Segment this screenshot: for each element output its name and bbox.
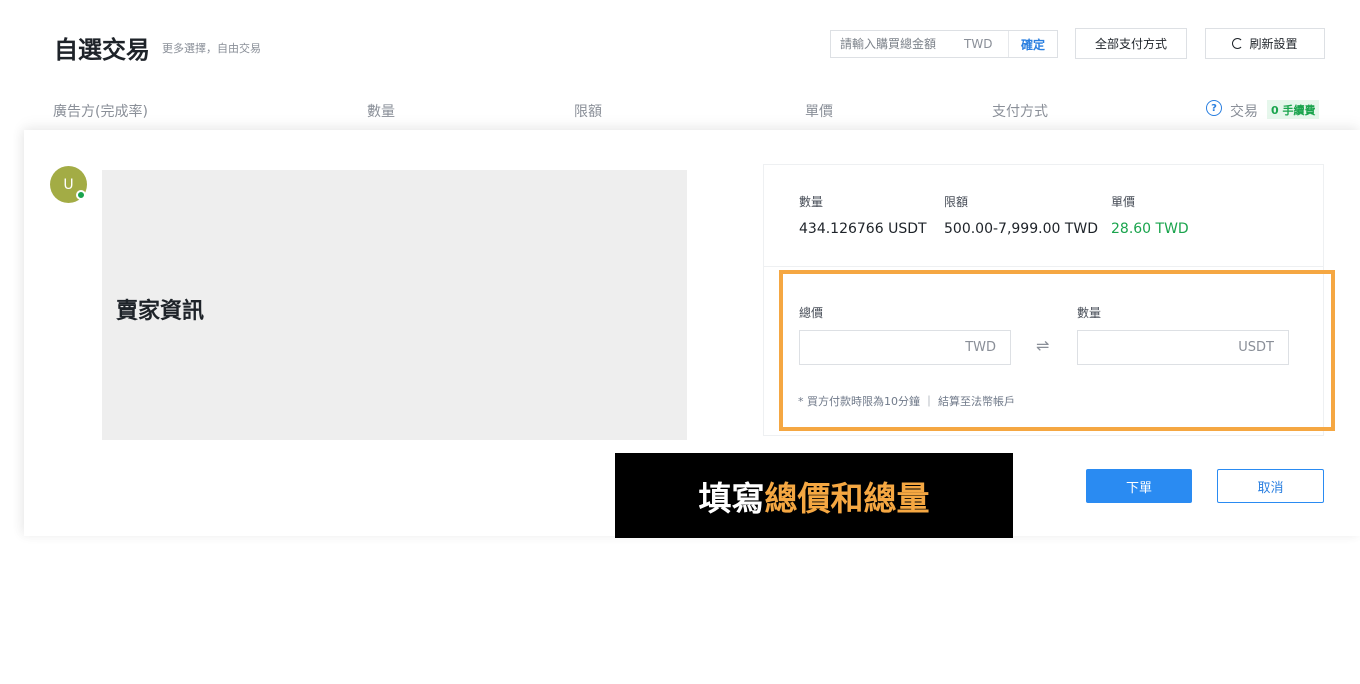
offer-price-label: 單價 xyxy=(1111,195,1136,209)
seller-info-label: 賣家資訊 xyxy=(116,299,205,324)
confirm-button[interactable]: 確定 xyxy=(1007,31,1057,57)
column-header-price: 單價 xyxy=(805,104,833,120)
amount-input[interactable] xyxy=(840,37,958,51)
column-header-advertiser: 廣告方(完成率) xyxy=(53,104,148,120)
amount-filter: TWD 確定 xyxy=(830,30,1058,58)
highlight-box xyxy=(779,270,1335,431)
page-subtitle: 更多選擇，自由交易 xyxy=(162,42,261,55)
column-header-trade: 交易 xyxy=(1230,104,1258,120)
offer-quantity-value: 434.126766 USDT xyxy=(799,221,927,237)
amount-currency: TWD xyxy=(964,37,993,51)
cancel-button[interactable]: 取消 xyxy=(1217,469,1324,503)
divider xyxy=(764,266,1323,267)
payment-method-filter-button[interactable]: 全部支付方式 xyxy=(1075,28,1187,59)
refresh-label: 刷新設置 xyxy=(1249,37,1298,51)
column-header-quantity: 數量 xyxy=(367,104,395,120)
place-order-button[interactable]: 下單 xyxy=(1086,469,1192,503)
help-icon[interactable]: ? xyxy=(1206,100,1222,116)
offer-limit-label: 限額 xyxy=(944,195,969,209)
online-status-dot xyxy=(76,190,86,200)
column-header-payment: 支付方式 xyxy=(992,104,1048,120)
offer-price-value: 28.60 TWD xyxy=(1111,221,1189,237)
caption-highlight: 總價和總量 xyxy=(764,478,930,518)
offer-limit-value: 500.00-7,999.00 TWD xyxy=(944,221,1099,237)
offer-quantity-label: 數量 xyxy=(799,195,824,209)
refresh-settings-button[interactable]: 刷新設置 xyxy=(1205,28,1325,59)
fee-badge: 0 手續費 xyxy=(1267,100,1320,119)
caption-prefix: 填寫 xyxy=(698,478,765,518)
column-header-limit: 限額 xyxy=(574,104,602,120)
page-title: 自選交易 xyxy=(54,36,150,64)
refresh-icon xyxy=(1232,38,1244,49)
instruction-caption: 填寫 總價和總量 xyxy=(615,453,1013,538)
